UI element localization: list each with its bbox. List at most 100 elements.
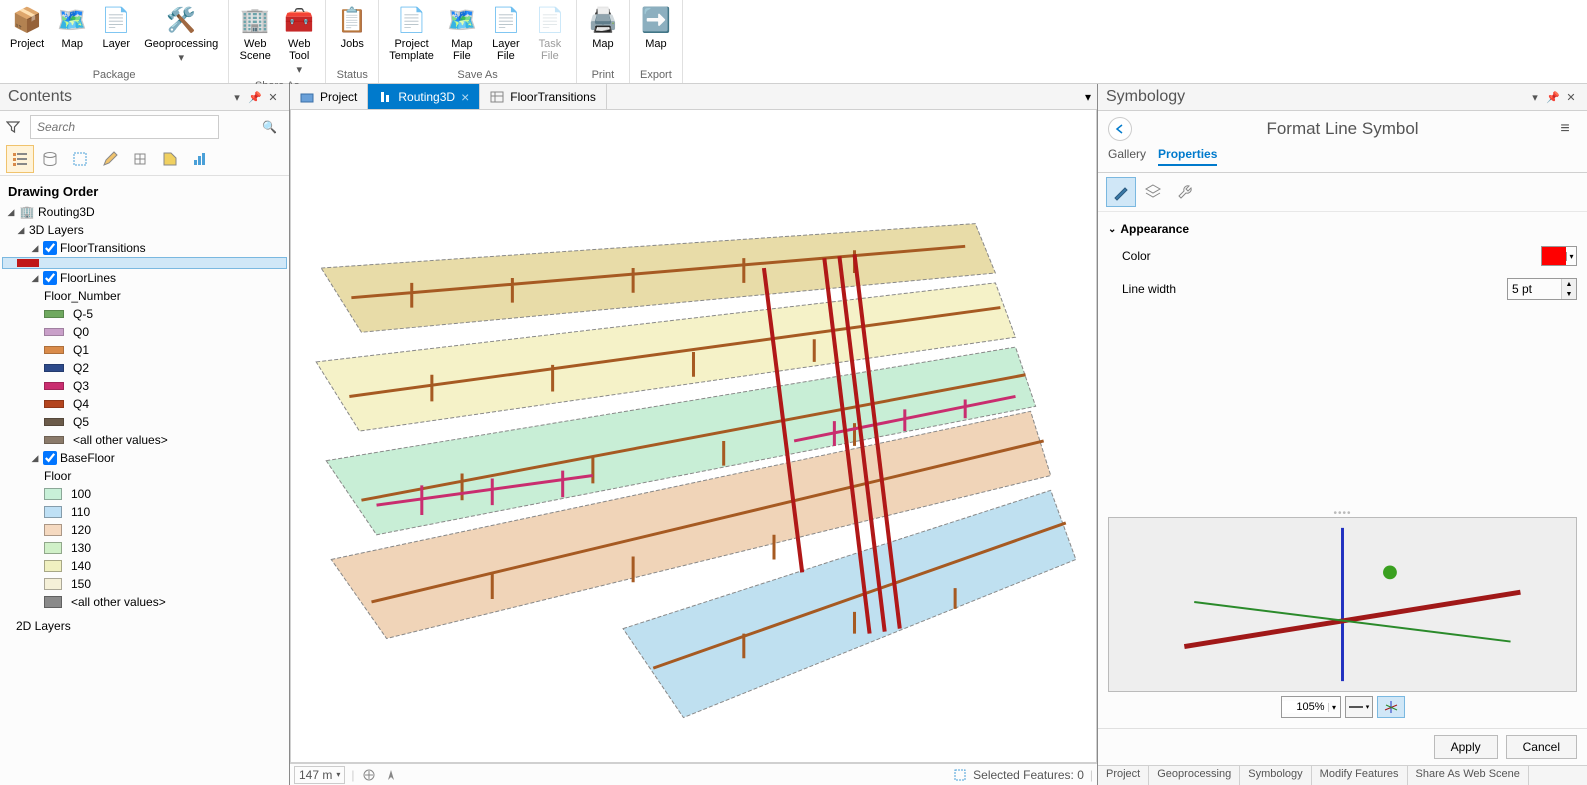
search-input[interactable] [30, 115, 219, 139]
spin-up-button[interactable]: ▲ [1562, 279, 1576, 289]
line-view-button[interactable]: ▾ [1345, 696, 1373, 718]
ribbon-map-button[interactable]: 🗺️Map [50, 2, 94, 52]
tree-3d-layers[interactable]: ◢ 3D Layers [2, 221, 287, 239]
source-tab[interactable] [36, 145, 64, 173]
snapping-tab[interactable] [126, 145, 154, 173]
apply-button[interactable]: Apply [1434, 735, 1498, 759]
legend-item[interactable]: 100 [2, 485, 287, 503]
scene-view[interactable] [290, 110, 1097, 763]
legend-swatch [44, 596, 62, 608]
legend-item[interactable]: 110 [2, 503, 287, 521]
layers-tab[interactable] [1138, 177, 1168, 207]
3d-view-button[interactable] [1377, 696, 1405, 718]
symbol-preview[interactable] [1108, 517, 1577, 692]
tree-floor-lines[interactable]: ◢ FloorLines [2, 269, 287, 287]
labeling-tab[interactable] [156, 145, 184, 173]
legend-item[interactable]: Q2 [2, 359, 287, 377]
legend-item[interactable]: Q4 [2, 395, 287, 413]
legend-item[interactable]: <all other values> [2, 431, 287, 449]
legend-item[interactable]: Q5 [2, 413, 287, 431]
legend-item[interactable]: 140 [2, 557, 287, 575]
ribbon-geoprocessing-button[interactable]: 🛠️Geoprocessing▾ [138, 2, 224, 66]
ribbon-map-file-button[interactable]: 🗺️MapFile [440, 2, 484, 64]
ribbon-map-button[interactable]: ➡️Map [634, 2, 678, 52]
structure-tab[interactable] [1170, 177, 1200, 207]
cancel-button[interactable]: Cancel [1506, 735, 1577, 759]
tab-label: Project [320, 90, 357, 104]
collapse-icon[interactable]: ◢ [30, 243, 40, 254]
back-button[interactable] [1108, 117, 1132, 141]
zoom-value[interactable] [1282, 701, 1328, 713]
tree-floor-transitions[interactable]: ◢ FloorTransitions [2, 239, 287, 257]
menu-button[interactable]: ≡ [1553, 117, 1577, 141]
ribbon-project-button[interactable]: 📦Project [4, 2, 50, 52]
linewidth-label: Line width [1122, 282, 1507, 296]
layer-visibility-checkbox[interactable] [43, 271, 57, 285]
filter-button[interactable] [6, 116, 26, 138]
preview-3d-icon [1109, 518, 1576, 691]
appearance-section[interactable]: ⌄ Appearance [1108, 218, 1577, 240]
ribbon-task-file-button[interactable]: 📄TaskFile [528, 2, 572, 64]
bottom-tab-geoprocessing[interactable]: Geoprocessing [1149, 766, 1240, 785]
autohide-button[interactable]: ▾ [1527, 89, 1543, 105]
color-picker[interactable]: ▾ [1541, 246, 1577, 266]
spin-down-button[interactable]: ▼ [1562, 289, 1576, 299]
legend-item[interactable]: Q3 [2, 377, 287, 395]
tree-symbol-selected[interactable] [2, 257, 287, 269]
tree-base-floor[interactable]: ◢ BaseFloor [2, 449, 287, 467]
map-tab-project[interactable]: Project [290, 84, 368, 109]
legend-item[interactable]: Q0 [2, 323, 287, 341]
bottom-tab-symbology[interactable]: Symbology [1240, 766, 1311, 785]
constraint-button[interactable] [383, 767, 399, 783]
rotate-button[interactable] [361, 767, 377, 783]
bottom-tab-share-as-web-scene[interactable]: Share As Web Scene [1408, 766, 1529, 785]
selection-tab[interactable] [66, 145, 94, 173]
pin-button[interactable]: 📌 [247, 89, 263, 105]
ribbon-layer-file-button[interactable]: 📄LayerFile [484, 2, 528, 64]
ribbon-jobs-button[interactable]: 📋Jobs [330, 2, 374, 52]
collapse-icon[interactable]: ◢ [30, 273, 40, 284]
collapse-icon[interactable]: ◢ [30, 453, 40, 464]
map-tab-floortransitions[interactable]: FloorTransitions [480, 84, 607, 109]
layer-visibility-checkbox[interactable] [43, 451, 57, 465]
tab-overflow-button[interactable]: ▾ [1079, 84, 1097, 109]
ribbon-map-button[interactable]: 🖨️Map [581, 2, 625, 52]
symbol-tab[interactable] [1106, 177, 1136, 207]
legend-item[interactable]: 130 [2, 539, 287, 557]
layer-visibility-checkbox[interactable] [43, 241, 57, 255]
chart-tab[interactable] [186, 145, 214, 173]
collapse-icon[interactable]: ◢ [16, 225, 26, 236]
ribbon-project-template-button[interactable]: 📄ProjectTemplate [383, 2, 440, 64]
resize-grip[interactable]: •••• [1108, 509, 1577, 517]
search-icon: 🔍 [262, 120, 277, 134]
tree-label: Routing3D [38, 205, 95, 219]
legend-item[interactable]: 150 [2, 575, 287, 593]
legend-item[interactable]: Q1 [2, 341, 287, 359]
map-tab-routing3d[interactable]: Routing3D× [368, 84, 480, 109]
navigate-icon [384, 768, 398, 782]
ribbon-web-tool-button[interactable]: 🧰WebTool▾ [277, 2, 321, 78]
linewidth-value[interactable] [1508, 282, 1561, 296]
close-button[interactable]: ✕ [1563, 89, 1579, 105]
close-icon[interactable]: × [461, 89, 469, 105]
ribbon-layer-button[interactable]: 📄Layer [94, 2, 138, 52]
close-button[interactable]: ✕ [265, 89, 281, 105]
editing-tab[interactable] [96, 145, 124, 173]
legend-item[interactable]: Q-5 [2, 305, 287, 323]
properties-tab[interactable]: Properties [1158, 147, 1217, 166]
tree-2d-layers[interactable]: 2D Layers [2, 617, 287, 635]
drawing-order-tab[interactable] [6, 145, 34, 173]
legend-item[interactable]: 120 [2, 521, 287, 539]
pin-button[interactable]: 📌 [1545, 89, 1561, 105]
linewidth-input[interactable]: ▲ ▼ [1507, 278, 1577, 300]
tree-scene-root[interactable]: ◢ 🏢 Routing3D [2, 203, 287, 221]
gallery-tab[interactable]: Gallery [1108, 147, 1146, 166]
ribbon-web-scene-button[interactable]: 🏢WebScene [233, 2, 277, 64]
autohide-button[interactable]: ▾ [229, 89, 245, 105]
collapse-icon[interactable]: ◢ [6, 207, 16, 218]
scale-selector[interactable]: 147 m ▾ [294, 766, 345, 784]
zoom-input[interactable]: ▾ [1281, 696, 1341, 718]
bottom-tab-project[interactable]: Project [1098, 766, 1149, 785]
legend-item[interactable]: <all other values> [2, 593, 287, 611]
bottom-tab-modify-features[interactable]: Modify Features [1312, 766, 1408, 785]
